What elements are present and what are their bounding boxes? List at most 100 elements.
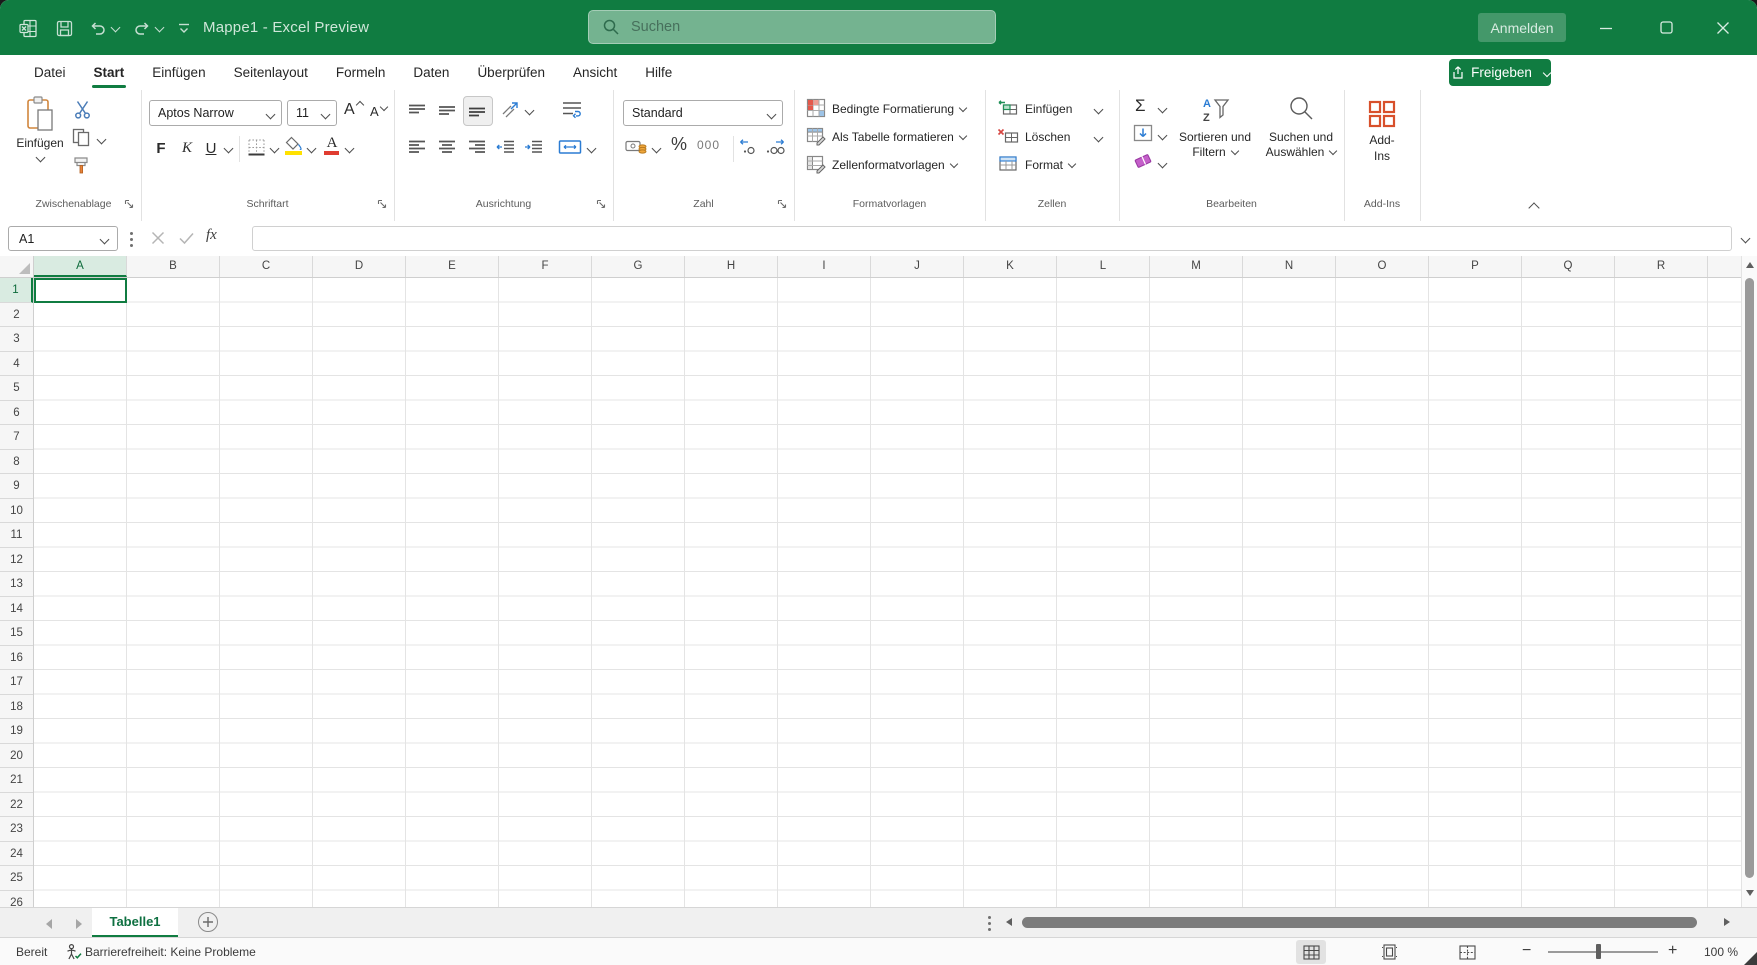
align-right-button[interactable] <box>468 140 486 154</box>
number-format-select[interactable]: Standard <box>623 100 783 126</box>
tab-einfuegen[interactable]: Einfügen <box>138 55 219 90</box>
decrease-decimal-button[interactable] <box>739 138 759 156</box>
alignment-dialog-launcher-icon[interactable] <box>596 199 608 211</box>
align-middle-button[interactable] <box>438 104 456 118</box>
sort-filter-button[interactable]: Sortieren und Filtern <box>1171 130 1259 160</box>
zoom-out-button[interactable]: − <box>1522 942 1531 960</box>
column-header[interactable]: B <box>127 256 220 277</box>
italic-button[interactable]: K <box>177 136 197 160</box>
tab-daten[interactable]: Daten <box>399 55 463 90</box>
search-box[interactable] <box>588 10 996 44</box>
cell-styles-button[interactable]: Zellenformatvorlagen <box>832 158 958 172</box>
merge-center-dropdown-icon[interactable] <box>586 143 597 154</box>
horizontal-scroll-thumb[interactable] <box>1022 917 1697 928</box>
tab-datei[interactable]: Datei <box>20 55 80 90</box>
autosum-dropdown-icon[interactable] <box>1157 103 1168 114</box>
clear-button[interactable] <box>1133 152 1153 170</box>
tab-seitenlayout[interactable]: Seitenlayout <box>220 55 322 90</box>
undo-button[interactable] <box>84 14 112 42</box>
name-box-dropdown-icon[interactable] <box>99 234 110 245</box>
column-header[interactable]: A <box>34 256 127 277</box>
row-header[interactable]: 8 <box>0 450 33 474</box>
redo-dropdown-icon[interactable] <box>154 22 165 33</box>
row-header[interactable]: 16 <box>0 646 33 670</box>
align-top-button[interactable] <box>408 104 426 118</box>
row-header[interactable]: 6 <box>0 401 33 425</box>
formula-input[interactable] <box>252 226 1732 251</box>
collapse-ribbon-icon[interactable] <box>1528 202 1540 214</box>
row-header[interactable]: 20 <box>0 744 33 768</box>
autosum-button[interactable]: Σ <box>1135 96 1146 116</box>
column-header[interactable]: M <box>1150 256 1243 277</box>
tab-ansicht[interactable]: Ansicht <box>559 55 631 90</box>
page-break-view-button[interactable] <box>1452 940 1482 964</box>
tab-hilfe[interactable]: Hilfe <box>631 55 686 90</box>
row-header[interactable]: 19 <box>0 719 33 744</box>
column-header[interactable]: H <box>685 256 778 277</box>
previous-sheet-icon[interactable] <box>46 919 52 929</box>
row-header[interactable]: 3 <box>0 327 33 352</box>
formula-bar-splitter[interactable] <box>130 232 133 247</box>
wrap-text-button[interactable] <box>562 100 582 120</box>
tab-scroll-splitter[interactable] <box>988 916 991 931</box>
align-bottom-button[interactable] <box>468 104 486 118</box>
redo-button[interactable] <box>128 14 156 42</box>
align-center-button[interactable] <box>438 140 456 154</box>
column-header[interactable]: L <box>1057 256 1150 277</box>
save-button[interactable] <box>50 14 78 42</box>
font-size-select[interactable]: 11 <box>287 100 337 126</box>
column-header[interactable]: G <box>592 256 685 277</box>
increase-decimal-button[interactable] <box>765 138 785 156</box>
format-as-table-button[interactable]: Als Tabelle formatieren <box>832 130 968 144</box>
column-header[interactable]: J <box>871 256 964 277</box>
font-family-select[interactable]: Aptos Narrow <box>149 100 282 126</box>
fill-color-dropdown-icon[interactable] <box>306 143 317 154</box>
row-header[interactable]: 12 <box>0 548 33 572</box>
increase-indent-button[interactable] <box>524 140 543 155</box>
row-header[interactable]: 1 <box>0 278 33 303</box>
row-header[interactable]: 22 <box>0 793 33 817</box>
row-header[interactable]: 10 <box>0 499 33 523</box>
delete-dropdown-icon[interactable] <box>1093 132 1104 143</box>
row-header[interactable]: 4 <box>0 352 33 376</box>
insert-cells-button[interactable]: Einfügen <box>1025 102 1072 116</box>
row-header[interactable]: 13 <box>0 572 33 597</box>
expand-formula-bar-icon[interactable] <box>1740 233 1751 244</box>
column-header[interactable]: N <box>1243 256 1336 277</box>
insert-function-button[interactable]: fx <box>206 227 217 244</box>
zoom-in-button[interactable]: + <box>1668 942 1677 960</box>
font-dialog-launcher-icon[interactable] <box>377 199 389 211</box>
column-header[interactable]: F <box>499 256 592 277</box>
align-left-button[interactable] <box>408 140 426 154</box>
name-box[interactable]: A1 <box>8 226 118 251</box>
bold-button[interactable]: F <box>151 136 171 160</box>
copy-dropdown-icon[interactable] <box>96 134 107 145</box>
sign-in-button[interactable]: Anmelden <box>1478 13 1566 42</box>
chevron-down-icon[interactable] <box>35 152 45 163</box>
borders-dropdown-icon[interactable] <box>269 143 280 154</box>
comma-style-button[interactable]: 000 <box>697 138 720 152</box>
tab-start[interactable]: Start <box>80 55 139 90</box>
column-header[interactable]: K <box>964 256 1057 277</box>
scroll-down-icon[interactable] <box>1746 890 1754 896</box>
accounting-format-button[interactable] <box>625 138 647 156</box>
scroll-right-icon[interactable] <box>1724 918 1730 926</box>
share-button[interactable]: Freigeben <box>1449 59 1552 86</box>
vertical-scrollbar[interactable] <box>1741 256 1757 907</box>
minimize-button[interactable] <box>1583 0 1629 55</box>
column-header[interactable]: Q <box>1522 256 1615 277</box>
status-accessibility[interactable]: Barrierefreiheit: Keine Probleme <box>85 945 256 959</box>
customize-quick-access-icon[interactable] <box>170 14 198 42</box>
row-header[interactable]: 15 <box>0 621 33 646</box>
merge-center-button[interactable] <box>558 138 582 156</box>
row-header[interactable]: 2 <box>0 303 33 327</box>
normal-view-button[interactable] <box>1296 940 1326 964</box>
number-dialog-launcher-icon[interactable] <box>777 199 789 211</box>
cut-button[interactable] <box>74 100 91 119</box>
column-header[interactable]: D <box>313 256 406 277</box>
format-painter-button[interactable] <box>72 156 91 175</box>
row-header[interactable]: 25 <box>0 866 33 891</box>
zoom-slider-handle[interactable] <box>1596 944 1601 959</box>
row-header[interactable]: 11 <box>0 523 33 548</box>
conditional-formatting-button[interactable]: Bedingte Formatierung <box>832 102 968 116</box>
